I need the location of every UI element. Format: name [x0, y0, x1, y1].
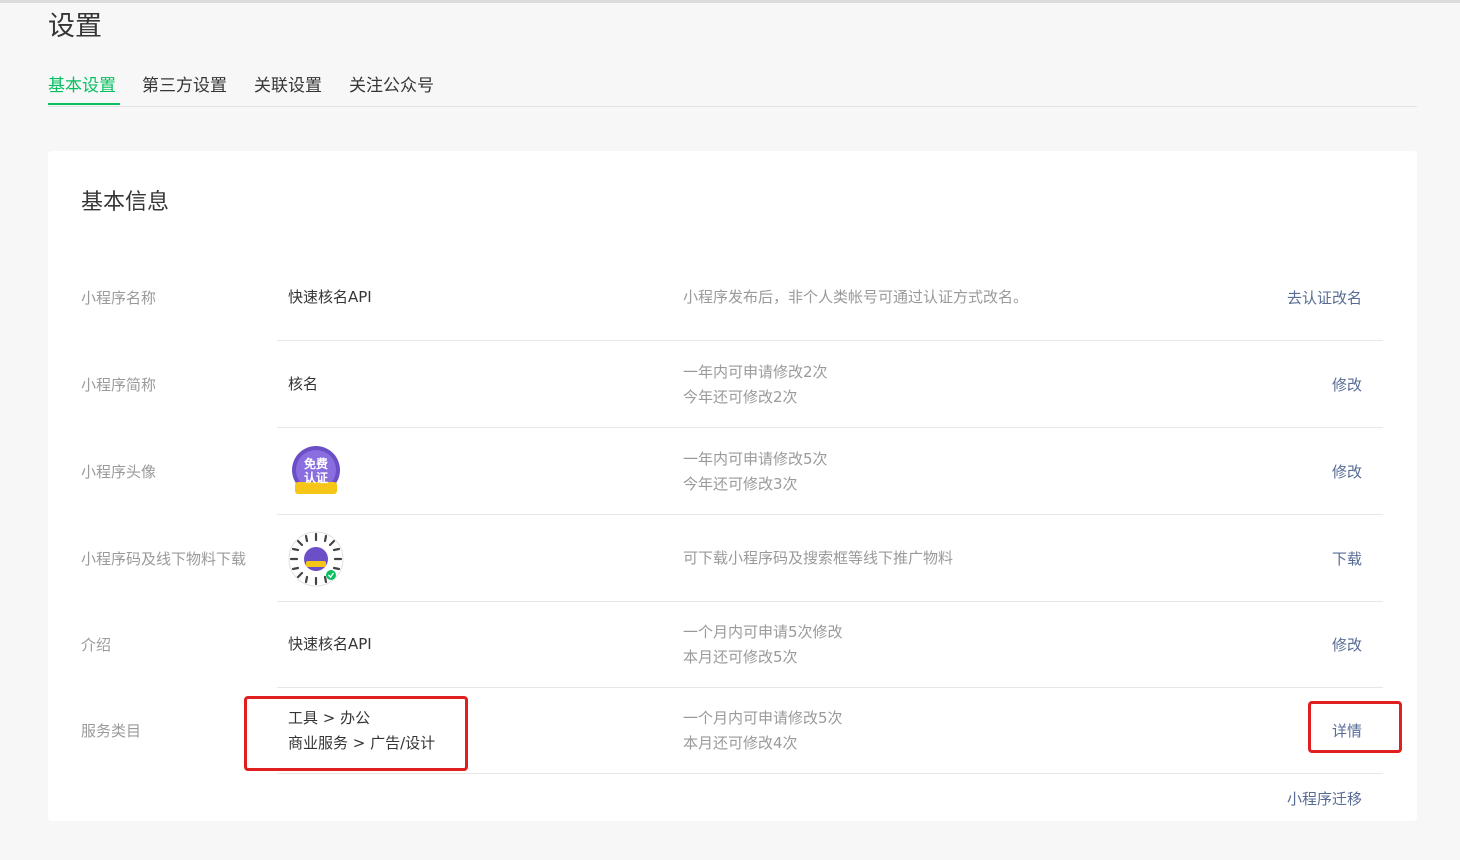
row-miniprogram-migrate: 小程序迁移: [48, 773, 1417, 860]
tab-linked-settings[interactable]: 关联设置: [254, 74, 322, 98]
row-miniprogram-intro: 介绍 快速核名API 一个月内可申请5次修改 本月还可修改5次 修改: [48, 601, 1417, 688]
category-value-highlight: [244, 696, 468, 771]
row-miniprogram-code: 小程序码及线下物料下载 可下载小程序码及搜索框等线下推广物料 下载: [48, 515, 1417, 602]
row-miniprogram-name: 小程序名称 快速核名API 小程序发布后，非个人类帐号可通过认证方式改名。 去认…: [48, 254, 1417, 341]
row-value-container: [288, 515, 344, 602]
row-desc: 小程序发布后，非个人类帐号可通过认证方式改名。: [683, 254, 1028, 341]
edit-intro-link[interactable]: 修改: [1332, 601, 1362, 688]
row-desc-line-2: 今年还可修改2次: [683, 387, 798, 406]
row-desc-line-1: 一个月内可申请5次修改: [683, 622, 843, 641]
avatar-badge-text-bottom: 认证: [304, 470, 328, 485]
edit-avatar-link[interactable]: 修改: [1332, 428, 1362, 515]
row-desc: 一个月内可申请5次修改 本月还可修改5次: [683, 601, 843, 688]
miniprogram-code-icon: [288, 531, 344, 586]
row-value-container: 免费 认证: [288, 428, 344, 515]
row-desc-line-1: 一年内可申请修改5次: [683, 449, 828, 468]
row-desc: 一个月内可申请修改5次 本月还可修改4次: [683, 687, 843, 774]
row-label: 小程序头像: [81, 463, 157, 481]
row-desc-line-1: 一年内可申请修改2次: [683, 362, 828, 381]
active-tab-indicator: [48, 103, 120, 105]
row-miniprogram-short-name: 小程序简称 核名 一年内可申请修改2次 今年还可修改2次 修改: [48, 341, 1417, 428]
page-title: 设置: [48, 11, 102, 42]
row-desc-line-1: 可下载小程序码及搜索框等线下推广物料: [683, 549, 954, 567]
row-miniprogram-avatar: 小程序头像 免费 认证 一年内可申请修改5次 今年还可修改3次 修改: [48, 428, 1417, 515]
row-desc: 一年内可申请修改5次 今年还可修改3次: [683, 428, 828, 515]
row-value-container: 快速核名API: [288, 601, 372, 688]
row-desc-line-2: 今年还可修改3次: [683, 474, 798, 493]
row-label: 服务类目: [81, 722, 142, 740]
row-desc-line-2: 本月还可修改5次: [683, 647, 798, 666]
row-label: 小程序简称: [81, 376, 157, 394]
row-value-container: 核名: [288, 341, 318, 428]
settings-tabs: 基本设置 第三方设置 关联设置 关注公众号: [48, 66, 1417, 107]
short-name-value: 核名: [288, 375, 319, 393]
row-desc-line-1: 小程序发布后，非个人类帐号可通过认证方式改名。: [683, 288, 1029, 306]
details-link-highlight: [1308, 701, 1402, 753]
row-desc: 可下载小程序码及搜索框等线下推广物料: [683, 515, 953, 602]
row-desc-line-1: 一个月内可申请修改5次: [683, 708, 843, 727]
tab-third-party-settings[interactable]: 第三方设置: [142, 74, 227, 98]
certify-rename-link[interactable]: 去认证改名: [1287, 254, 1362, 341]
intro-value: 快速核名API: [288, 635, 372, 653]
download-code-link[interactable]: 下载: [1332, 515, 1362, 602]
avatar-badge-text-top: 免费: [304, 456, 328, 471]
migrate-miniprogram-link[interactable]: 小程序迁移: [1287, 773, 1362, 823]
tab-basic-settings[interactable]: 基本设置: [48, 74, 116, 98]
row-desc-line-2: 本月还可修改4次: [683, 733, 798, 752]
row-desc: 一年内可申请修改2次 今年还可修改2次: [683, 341, 828, 428]
row-label: 小程序名称: [81, 289, 157, 307]
top-border: [0, 0, 1460, 3]
edit-short-name-link[interactable]: 修改: [1332, 341, 1362, 428]
row-value-container: 快速核名API: [288, 254, 372, 341]
miniprogram-avatar-image: 免费 认证: [292, 445, 340, 494]
row-label: 小程序码及线下物料下载: [81, 550, 247, 568]
tab-follow-official-account[interactable]: 关注公众号: [349, 74, 434, 98]
row-label: 介绍: [81, 636, 112, 654]
miniprogram-name-value: 快速核名API: [288, 288, 372, 306]
card-title: 基本信息: [81, 190, 170, 215]
